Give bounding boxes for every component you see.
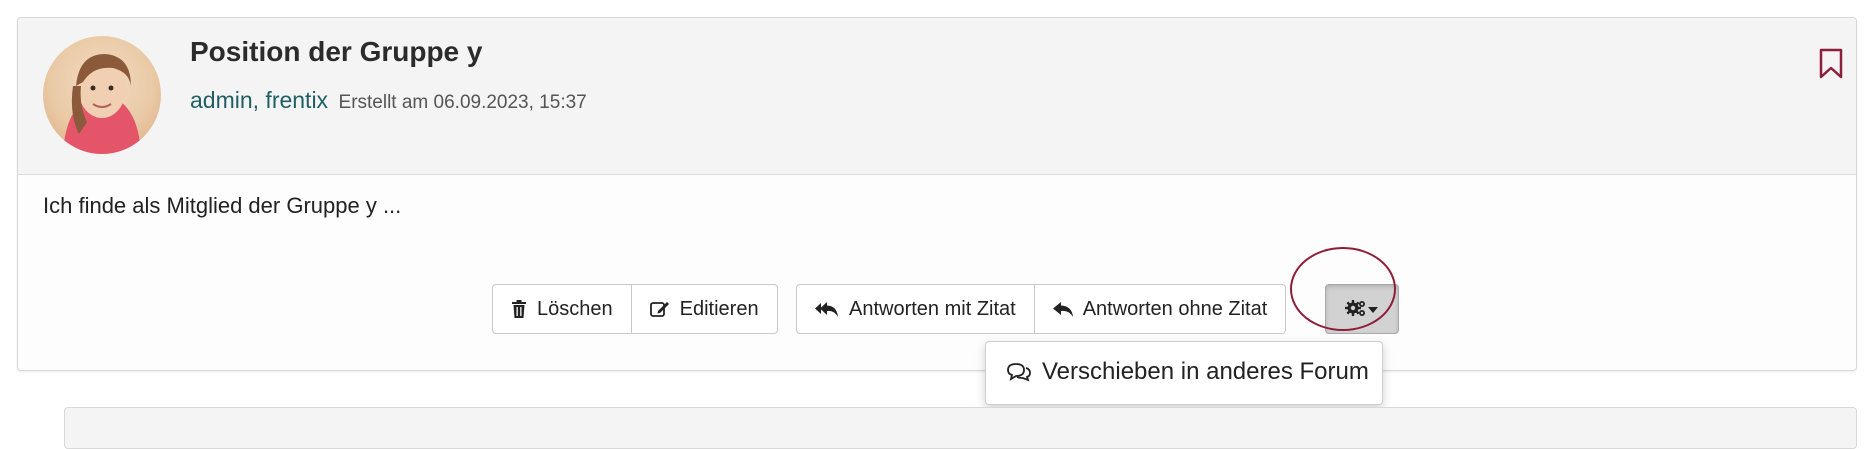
post-authors[interactable]: admin, frentix — [190, 87, 328, 113]
edit-icon — [649, 302, 669, 317]
reply-without-quote-button[interactable]: Antworten ohne Zitat — [1034, 284, 1287, 334]
forum-post: Position der Gruppe y admin, frentix Ers… — [17, 17, 1857, 371]
reply-with-quote-button[interactable]: Antworten mit Zitat — [796, 284, 1035, 334]
bookmark-icon[interactable] — [1818, 48, 1844, 80]
comments-icon — [1007, 363, 1031, 382]
edit-button[interactable]: Editieren — [631, 284, 778, 334]
move-to-forum-label: Verschieben in anderes Forum — [1042, 358, 1369, 385]
post-title: Position der Gruppe y — [190, 36, 483, 67]
tools-dropdown-menu: Verschieben in anderes Forum — [985, 341, 1383, 405]
post-header: Position der Gruppe y admin, frentix Ers… — [18, 18, 1856, 175]
delete-label: Löschen — [537, 297, 613, 320]
post-body: Ich finde als Mitglied der Gruppe y ... — [43, 193, 402, 218]
tools-dropdown-button[interactable] — [1325, 284, 1399, 334]
post-meta: admin, frentix Erstellt am 06.09.2023, 1… — [190, 87, 587, 114]
edit-label: Editieren — [679, 297, 759, 320]
delete-button[interactable]: Löschen — [492, 284, 632, 334]
reply-with-quote-label: Antworten mit Zitat — [849, 297, 1016, 320]
move-to-forum-item[interactable]: Verschieben in anderes Forum — [986, 350, 1382, 394]
reply-icon — [1052, 302, 1073, 317]
avatar — [43, 36, 161, 154]
reply-button-group: Antworten mit Zitat Antworten ohne Zitat — [796, 284, 1287, 334]
next-post — [64, 407, 1857, 449]
reply-all-icon — [815, 302, 838, 317]
reply-without-quote-label: Antworten ohne Zitat — [1082, 297, 1268, 320]
post-created-date: Erstellt am 06.09.2023, 15:37 — [338, 92, 587, 113]
trash-icon — [512, 300, 526, 318]
gears-icon — [1345, 300, 1378, 316]
edit-button-group: Löschen Editieren — [492, 284, 778, 334]
